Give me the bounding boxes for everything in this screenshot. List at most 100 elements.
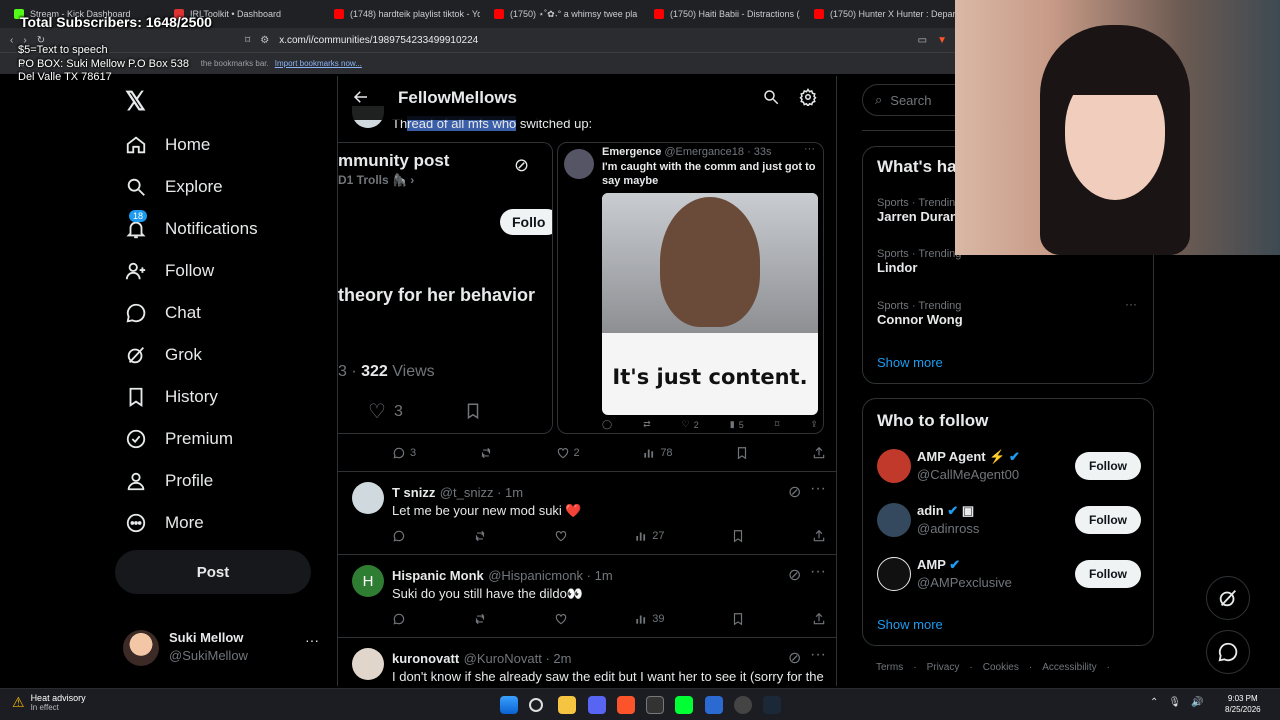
- follow-suggestion[interactable]: AMP Agent ⚡ ✔ @CallMeAgent00 Follow: [863, 447, 1153, 487]
- brave-shield-icon[interactable]: ▼: [937, 35, 947, 46]
- avatar[interactable]: H: [352, 565, 384, 597]
- tweet[interactable]: kuronovatt @KuroNovatt · 2m ⊘ ··· I don'…: [338, 638, 836, 686]
- mic-icon[interactable]: 🎙: [1168, 697, 1181, 708]
- sidebar-item-chat[interactable]: Chat: [125, 302, 201, 324]
- account-switcher[interactable]: Suki Mellow @SukiMellow ···: [123, 628, 333, 672]
- quoted-card-right[interactable]: Emergence @Emergance18 · 33s ··· I'm cau…: [557, 142, 824, 434]
- sidebar-item-profile[interactable]: Profile: [125, 470, 213, 492]
- share-button[interactable]: [812, 446, 826, 460]
- windows-start-icon[interactable]: [500, 696, 518, 714]
- bookmark-icon[interactable]: [464, 401, 482, 426]
- brave-icon[interactable]: [617, 696, 635, 714]
- more-dots-icon[interactable]: ···: [1125, 297, 1137, 311]
- more-dots-icon[interactable]: ···: [810, 563, 826, 581]
- x-logo-icon[interactable]: 𝕏: [125, 86, 146, 117]
- settings-gear-icon[interactable]: [799, 88, 817, 111]
- repost-button[interactable]: [473, 612, 487, 626]
- repost-button[interactable]: [479, 446, 493, 460]
- footer-link[interactable]: Privacy: [927, 662, 960, 673]
- weather-widget[interactable]: ⚠ Heat advisory In effect: [12, 693, 86, 712]
- terminal-icon[interactable]: [675, 696, 693, 714]
- views-button[interactable]: 78: [642, 446, 673, 460]
- views-button[interactable]: 39: [634, 612, 665, 626]
- url-field[interactable]: x.com/i/communities/1989754233499910224: [279, 35, 478, 46]
- bookmark-icon[interactable]: ⌑: [775, 419, 780, 430]
- follow-button[interactable]: Follow: [1075, 506, 1141, 534]
- reply-icon[interactable]: ◯: [602, 419, 612, 430]
- like-button[interactable]: ♡ 2: [682, 419, 699, 430]
- repost-button[interactable]: [473, 529, 487, 543]
- share-icon[interactable]: ⇪: [810, 419, 818, 430]
- follow-button[interactable]: Follow: [1075, 452, 1141, 480]
- tweet[interactable]: T snizz @t_snizz · 1m ⊘ ··· Let me be yo…: [338, 472, 836, 555]
- import-bookmarks-link[interactable]: Import bookmarks now...: [275, 59, 362, 68]
- trend-item[interactable]: Sports · Trending Connor Wong: [877, 300, 963, 327]
- follow-suggestion[interactable]: adin ✔ ▣ @adinross Follow: [863, 501, 1153, 541]
- sidebar-item-home[interactable]: Home: [125, 134, 210, 156]
- more-dots-icon[interactable]: ···: [804, 143, 815, 155]
- discord-icon[interactable]: [588, 696, 606, 714]
- volume-icon[interactable]: 🔊: [1191, 697, 1203, 708]
- follow-button[interactable]: Follow: [1075, 560, 1141, 588]
- obs-icon[interactable]: [734, 696, 752, 714]
- card-community[interactable]: D1 Trolls 🦍 ›: [338, 173, 414, 187]
- sidebar-item-more[interactable]: More: [125, 512, 204, 534]
- like-button[interactable]: 2: [556, 446, 580, 460]
- site-info-icon[interactable]: ⚙: [260, 35, 269, 46]
- reply-button[interactable]: [392, 612, 406, 626]
- sidebar-item-premium[interactable]: Premium: [125, 428, 233, 450]
- search-icon[interactable]: [762, 88, 780, 111]
- more-dots-icon[interactable]: ···: [810, 480, 826, 498]
- bookmark-button[interactable]: [731, 612, 745, 626]
- share-button[interactable]: [812, 612, 826, 626]
- card-like[interactable]: ♡ 3: [368, 399, 403, 424]
- search-icon[interactable]: [529, 698, 543, 712]
- avatar[interactable]: [352, 648, 384, 680]
- follow-suggestion[interactable]: AMP ✔ @AMPexclusive Follow: [863, 555, 1153, 595]
- back-icon[interactable]: ‹: [10, 35, 13, 46]
- avatar[interactable]: [352, 482, 384, 514]
- file-explorer-icon[interactable]: [558, 696, 576, 714]
- messages-float-button[interactable]: [1206, 630, 1250, 674]
- reply-button[interactable]: 3: [392, 446, 416, 460]
- grok-icon[interactable]: ⊘: [788, 482, 801, 502]
- show-more-link[interactable]: Show more: [877, 355, 943, 370]
- post-button[interactable]: Post: [115, 550, 311, 594]
- epic-games-icon[interactable]: [646, 696, 664, 714]
- sidebar-item-notifications[interactable]: 18 Notifications: [125, 210, 258, 240]
- grok-icon[interactable]: ⊘: [514, 155, 529, 176]
- meme-image[interactable]: It's just content.: [602, 193, 818, 415]
- bookmark-button[interactable]: [735, 446, 749, 460]
- like-button[interactable]: [554, 529, 568, 543]
- browser-tab[interactable]: (1750) Haiti Babii - Distractions (Au: [646, 2, 800, 26]
- clock[interactable]: 9:03 PM 8/25/2026: [1225, 693, 1261, 715]
- reply-button[interactable]: [392, 529, 406, 543]
- sidebar-item-explore[interactable]: Explore: [125, 176, 223, 198]
- more-dots-icon[interactable]: ···: [810, 646, 826, 664]
- browser-tab[interactable]: (1750) Hunter X Hunter : Departure: [806, 2, 955, 26]
- tweet[interactable]: H Hispanic Monk @Hispanicmonk · 1m ⊘ ···…: [338, 555, 836, 638]
- trend-item[interactable]: Sports · Trending Jarren Duran: [877, 197, 961, 224]
- share-button[interactable]: [812, 529, 826, 543]
- sidebar-item-follow[interactable]: Follow: [125, 260, 214, 282]
- bookmark-button[interactable]: [731, 529, 745, 543]
- quoted-card-left[interactable]: mmunity post D1 Trolls 🦍 › ⊘ Follo theor…: [338, 142, 553, 434]
- steam-icon[interactable]: [763, 696, 781, 714]
- footer-link[interactable]: Terms: [876, 662, 903, 673]
- app-icon[interactable]: [705, 696, 723, 714]
- browser-tab[interactable]: (1748) hardteik playlist tiktok - You: [326, 2, 480, 26]
- grok-float-button[interactable]: [1206, 576, 1250, 620]
- sidebar-item-grok[interactable]: Grok: [125, 344, 202, 366]
- footer-link[interactable]: Accessibility: [1042, 662, 1096, 673]
- browser-tab[interactable]: (1750) ⋆˚✿˖° a whimsy twee pla: [486, 2, 640, 26]
- views-button[interactable]: 27: [634, 529, 665, 543]
- trend-item[interactable]: Sports · Trending Lindor: [877, 248, 961, 275]
- chevron-up-icon[interactable]: ⌃: [1150, 697, 1158, 708]
- repost-icon[interactable]: ⇄: [643, 419, 651, 430]
- grok-icon[interactable]: ⊘: [788, 648, 801, 668]
- grok-icon[interactable]: ⊘: [788, 565, 801, 585]
- back-arrow-icon[interactable]: [352, 88, 370, 111]
- card-follow-button[interactable]: Follo: [500, 209, 552, 235]
- footer-link[interactable]: Cookies: [983, 662, 1019, 673]
- sidebar-item-history[interactable]: History: [125, 386, 218, 408]
